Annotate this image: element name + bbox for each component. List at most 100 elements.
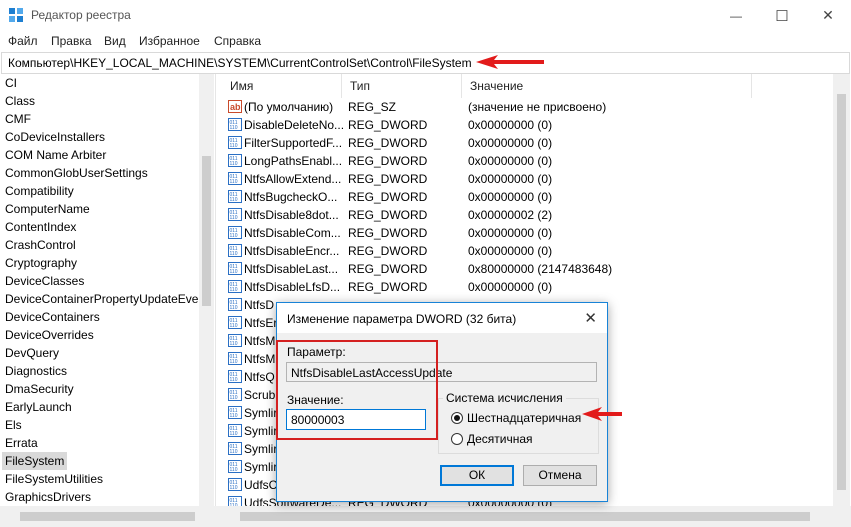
tree-item[interactable]: Class — [5, 92, 35, 110]
tree-item[interactable]: CMF — [5, 110, 31, 128]
maximize-button[interactable]: ☐ — [759, 0, 805, 31]
tree-item[interactable]: GraphicsDrivers — [5, 488, 91, 506]
list-scroll-thumb[interactable] — [837, 94, 846, 490]
tree-item[interactable]: FileSystem — [2, 452, 68, 470]
table-row[interactable]: 011 110 LongPathsEnabl... REG_DWORD 0x000000… — [222, 152, 822, 170]
horizontal-scrollbar[interactable] — [0, 506, 851, 527]
binary-value-icon: 011110 — [228, 496, 242, 506]
value-data: 0x00000000 (0) — [468, 190, 553, 204]
value-name: NtfsEr — [244, 316, 278, 330]
value-data: 0x00000000 (0) — [468, 244, 553, 258]
tree-item[interactable]: COM Name Arbiter — [5, 146, 106, 164]
tree-item[interactable]: DeviceContainers — [5, 308, 100, 326]
tree-item[interactable]: DmaSecurity — [5, 380, 74, 398]
tree-item[interactable]: Errata — [5, 434, 38, 452]
table-row[interactable]: 011 110 NtfsAllowExtend... REG_DWORD 0x00000… — [222, 170, 822, 188]
dialog-close-icon[interactable]: ✕ — [584, 309, 597, 327]
close-button[interactable]: ✕ — [805, 0, 851, 31]
tree-item[interactable]: ContentIndex — [5, 218, 76, 236]
svg-text:110: 110 — [230, 341, 238, 347]
hscroll-thumb-left[interactable] — [20, 512, 195, 521]
tree-item[interactable]: CommonGlobUserSettings — [5, 164, 148, 182]
list-scrollbar[interactable] — [833, 74, 850, 506]
menu-help[interactable]: Справка — [214, 34, 261, 48]
svg-text:110: 110 — [230, 377, 238, 383]
tree-scrollbar[interactable] — [199, 74, 214, 506]
tree-item[interactable]: Els — [5, 416, 22, 434]
binary-value-icon: 011110 — [228, 370, 242, 383]
tree-item[interactable]: DeviceOverrides — [5, 326, 94, 344]
table-row[interactable]: 011 110 NtfsDisableLast... REG_DWORD 0x80000… — [222, 260, 822, 278]
binary-value-icon: 011110 — [228, 460, 242, 473]
table-row[interactable]: 011 110 NtfsDisableLfsD... REG_DWORD 0x00000… — [222, 278, 822, 296]
binary-value-icon: 011110 — [228, 172, 242, 185]
value-type: REG_DWORD — [348, 244, 428, 258]
svg-text:110: 110 — [230, 233, 238, 239]
tree-item[interactable]: ComputerName — [5, 200, 90, 218]
hscroll-thumb-right[interactable] — [240, 512, 810, 521]
table-row[interactable]: 011 110 NtfsDisableEncr... REG_DWORD 0x00000… — [222, 242, 822, 260]
tree-item[interactable]: DeviceContainerPropertyUpdateEver — [5, 290, 202, 308]
value-data: 0x00000000 (0) — [468, 154, 553, 168]
tree-item[interactable]: Diagnostics — [5, 362, 67, 380]
menu-edit[interactable]: Правка — [51, 34, 92, 48]
value-name: NtfsDisable8dot... — [244, 208, 339, 222]
table-row[interactable]: 011 110 NtfsDisableCom... REG_DWORD 0x000000… — [222, 224, 822, 242]
cancel-button[interactable]: Отмена — [523, 465, 597, 486]
table-row[interactable]: 011 110 DisableDeleteNo... REG_DWORD 0x00000… — [222, 116, 822, 134]
radio-dec[interactable] — [451, 433, 463, 445]
ok-button[interactable]: ОК — [440, 465, 514, 486]
binary-value-icon: 011110 — [228, 406, 242, 419]
table-row[interactable]: 011 110 NtfsDisable8dot... REG_DWORD 0x00000… — [222, 206, 822, 224]
tree-item[interactable]: DevQuery — [5, 344, 59, 362]
tree-item[interactable]: EarlyLaunch — [5, 398, 72, 416]
minimize-button[interactable]: — — [713, 0, 759, 31]
radio-hex[interactable] — [451, 412, 463, 424]
tree-item[interactable]: CI — [5, 74, 17, 92]
close-icon: ✕ — [822, 7, 834, 23]
value-name: NtfsDisableLfsD... — [244, 280, 341, 294]
value-data: 0x80000000 (2147483648) — [468, 262, 613, 276]
binary-value-icon: 011110 — [228, 280, 242, 293]
tree-item[interactable]: Compatibility — [5, 182, 74, 200]
radio-hex-label[interactable]: Шестнадцатеричная — [467, 411, 581, 425]
param-name-text: NtfsDisableLastAccessUpdate — [291, 366, 453, 380]
binary-value-icon: 011110 — [228, 244, 242, 257]
svg-text:110: 110 — [230, 287, 238, 293]
svg-text:110: 110 — [230, 485, 238, 491]
table-row[interactable]: 011 110 NtfsBugcheckO... REG_DWORD 0x0000000… — [222, 188, 822, 206]
menu-view[interactable]: Вид — [104, 34, 126, 48]
tree-item[interactable]: CrashControl — [5, 236, 76, 254]
binary-value-icon: 011110 — [228, 388, 242, 401]
key-tree: CI Class CMF CoDeviceInstallers COM Name Arb… — [0, 74, 216, 506]
tree-item[interactable]: DeviceClasses — [5, 272, 84, 290]
column-type[interactable]: Тип — [342, 74, 462, 98]
value-name: NtfsM — [244, 334, 276, 348]
table-row[interactable]: 011 110 FilterSupportedF... REG_DWORD 0x0000… — [222, 134, 822, 152]
column-name[interactable]: Имя — [222, 74, 342, 98]
menu-favorites[interactable]: Избранное — [139, 34, 200, 48]
window-title: Редактор реестра — [31, 8, 131, 22]
table-row[interactable]: ab (По умолчанию) REG_SZ (значение не присв… — [222, 98, 822, 116]
value-data: 0x00000002 (2) — [468, 208, 553, 222]
tree-item[interactable]: Cryptography — [5, 254, 77, 272]
binary-value-icon: 011110 — [228, 118, 242, 131]
binary-value-icon: 011110 — [228, 478, 242, 491]
binary-value-icon: 011110 — [228, 298, 242, 311]
menu-file[interactable]: Файл — [8, 34, 38, 48]
tree-item[interactable]: FileSystemUtilities — [5, 470, 103, 488]
radio-dec-label[interactable]: Десятичная — [467, 432, 533, 446]
edit-dword-dialog: Изменение параметра DWORD (32 бита) ✕ Па… — [276, 302, 608, 502]
minimize-icon: — — [730, 8, 742, 23]
value-name: NtfsDisableCom... — [244, 226, 341, 240]
column-value[interactable]: Значение — [462, 74, 752, 98]
value-name: NtfsM — [244, 352, 276, 366]
value-input[interactable]: 80000003 — [286, 409, 426, 430]
svg-text:110: 110 — [230, 125, 238, 131]
tree-item[interactable]: CoDeviceInstallers — [5, 128, 105, 146]
svg-text:110: 110 — [230, 323, 238, 329]
svg-text:110: 110 — [230, 431, 238, 437]
address-bar[interactable]: Компьютер\HKEY_LOCAL_MACHINE\SYSTEM\Curr… — [1, 52, 850, 74]
tree-scroll-thumb[interactable] — [202, 156, 211, 306]
value-data: (значение не присвоено) — [468, 100, 607, 114]
